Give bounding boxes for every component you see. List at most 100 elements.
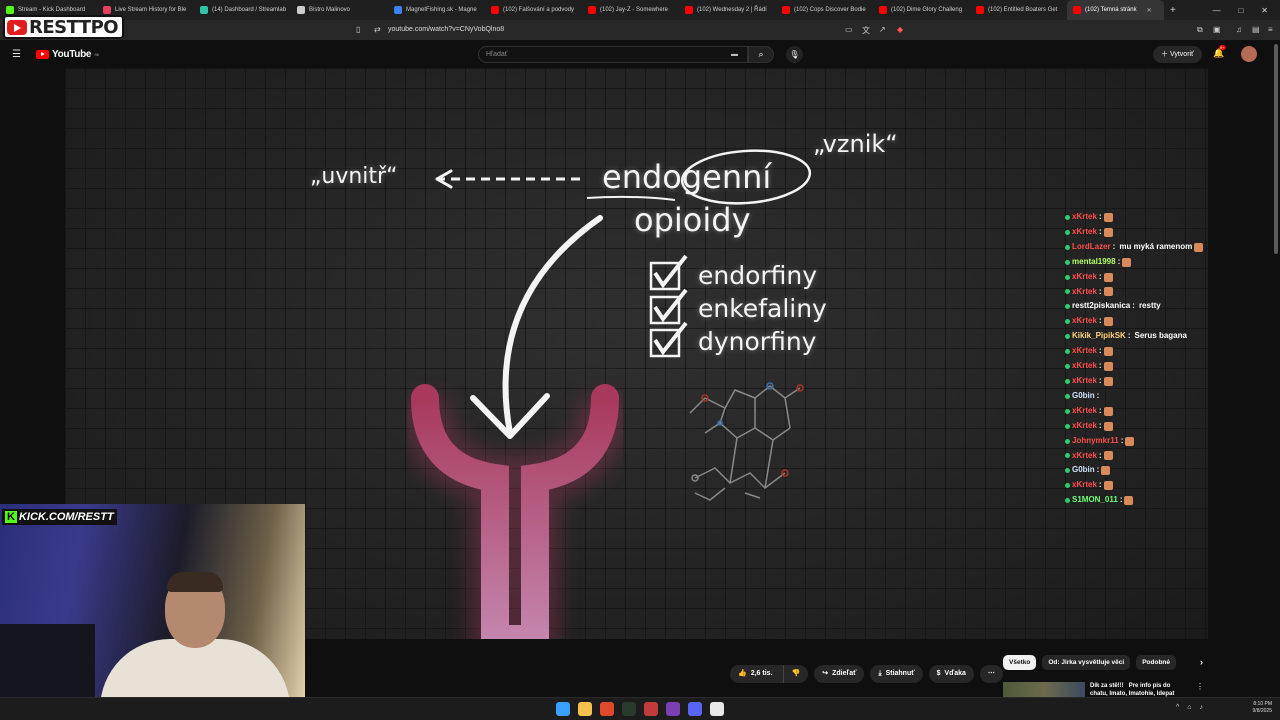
checklist-item: enkefaliny (698, 294, 827, 323)
user-badge-icon (1065, 423, 1070, 429)
obs-icon[interactable] (644, 702, 658, 716)
more-actions-button[interactable]: ⋯ (979, 665, 1003, 683)
notifications-button[interactable]: 🔔 9+ (1213, 45, 1226, 59)
browser-tab[interactable]: MagnetFishing.sk - Magne (388, 0, 485, 20)
chat-message: G0bin: (1065, 463, 1275, 478)
emote-icon (1194, 242, 1204, 252)
share-icon[interactable]: ↗ (879, 25, 886, 34)
minimize-icon[interactable]: — (1212, 6, 1220, 15)
url-field[interactable]: youtube.com/watch?v=CNyVobQlno8 (388, 26, 504, 33)
chip-from-channel[interactable]: Od: Jirka vysvětluje věci (1042, 655, 1131, 670)
emote-icon (1103, 421, 1113, 431)
create-button[interactable]: ＋ Vytvoriť (1153, 46, 1202, 63)
label-inside: „uvnitř“ (310, 164, 398, 189)
tab-label: Stream - Kick Dashboard (18, 7, 86, 13)
user-badge-icon (1065, 364, 1070, 370)
chip-related[interactable]: Podobné (1136, 655, 1177, 670)
system-clock[interactable]: 8:10 PM 9/8/2025 (1253, 701, 1272, 715)
chat-text: mu myká ramenom (1119, 241, 1193, 251)
webcam-overlay (0, 504, 305, 720)
wallet-icon[interactable]: ▤ (1252, 25, 1260, 34)
video-thumbnail[interactable] (1003, 682, 1085, 698)
address-bar: ▯ ⇄ youtube.com/watch?v=CNyVobQlno8 ▭ 文 … (0, 20, 1280, 40)
browser-tab[interactable]: Bistro Malinovo (291, 0, 388, 20)
browser-tab[interactable]: (102) Cops Discover Bodie (776, 0, 873, 20)
hamburger-menu-icon[interactable]: ☰ (12, 49, 21, 60)
brave-shield-icon[interactable]: ◆ (897, 25, 903, 34)
emote-icon (1103, 212, 1113, 222)
tab-label: (102) Entitled Boaters Get (988, 7, 1058, 13)
file-explorer-icon[interactable] (578, 702, 592, 716)
chat-separator: : (1098, 212, 1102, 221)
chat-username: xKrtek (1072, 480, 1097, 490)
browser-tab[interactable]: (102) Temná stránk ✕ (1067, 0, 1164, 20)
chat-message: LordLazer: mu myká ramenom (1065, 240, 1275, 255)
search-input[interactable]: Hľadať (478, 46, 748, 63)
close-tab-icon[interactable]: ✕ (1147, 7, 1152, 14)
thumbs-up-icon: 👍 (738, 670, 747, 677)
keyboard-icon[interactable]: ▬ (731, 51, 738, 58)
maximize-icon[interactable]: □ (1238, 6, 1243, 15)
sidebar-icon[interactable]: ▣ (1213, 25, 1221, 34)
share-button[interactable]: ↪ Zdieľať (814, 665, 865, 683)
youtube-logo[interactable]: YouTube SK (36, 49, 99, 60)
extensions-icon[interactable]: ⧉ (1197, 25, 1203, 35)
close-icon[interactable]: ✕ (1261, 6, 1268, 15)
cast-icon[interactable]: ▭ (845, 25, 853, 34)
browser-tab[interactable]: (102) Wednesday 2 | Řádí (679, 0, 776, 20)
menu-icon[interactable]: ≡ (1268, 25, 1273, 34)
tab-label: (102) Temná stránk (1085, 7, 1137, 13)
emote-icon (1103, 362, 1113, 372)
chat-username: G0bin (1072, 390, 1095, 400)
notepad-icon[interactable] (710, 702, 724, 716)
windows-start-icon[interactable] (556, 702, 570, 716)
chat-separator: : (1096, 390, 1100, 400)
chat-text: restty (1138, 301, 1161, 311)
stream-chat-overlay: xKrtek: xKrtek: LordLazer: mu myká ramenom m… (1065, 210, 1275, 508)
bookmark-icon[interactable]: ▯ (356, 25, 360, 34)
browser-tab[interactable]: (102) Jay-Z - Somewhere (582, 0, 679, 20)
browser-tab[interactable]: (14) Dashboard / Streamlab (194, 0, 291, 20)
browser-tab[interactable]: (102) Dime Glory Challeng (873, 0, 970, 20)
chip-all[interactable]: Všetko (1003, 655, 1037, 670)
translate-icon[interactable]: 文 (862, 25, 870, 36)
discord-icon[interactable] (688, 702, 702, 716)
thanks-button[interactable]: $ Vďaka (928, 665, 974, 683)
kick-channel-label: K KICK.COM/RESTT (2, 509, 117, 525)
thumbs-down-icon[interactable]: 👎 (782, 665, 800, 683)
emote-icon (1101, 466, 1111, 476)
browser-tab[interactable]: (102) Entitled Boaters Get (970, 0, 1067, 20)
network-icon[interactable]: ⌂ (1187, 704, 1191, 711)
voice-search-button[interactable]: 🎙 (786, 46, 803, 63)
browser-tab-bar: Stream - Kick Dashboard Live Stream Histo… (0, 0, 1280, 20)
streamlabs-icon[interactable] (666, 702, 680, 716)
volume-icon[interactable]: ♪ (1200, 704, 1204, 711)
terminal-icon[interactable] (622, 702, 636, 716)
chat-message: restt2piskanica: restty (1065, 299, 1275, 314)
emote-icon (1103, 481, 1113, 491)
chat-message: G0bin: (1065, 389, 1275, 404)
chat-message: xKrtek: (1065, 478, 1275, 493)
new-tab-button[interactable]: + (1164, 0, 1182, 20)
more-options-icon[interactable]: ⋮ (1196, 682, 1204, 691)
like-button[interactable]: 👍 2,6 tis. 👎 (730, 665, 809, 683)
search-button[interactable]: ⌕ (748, 46, 774, 63)
video-title[interactable]: Dík za stě!!! Pre info pis do chatu, Ima… (1090, 682, 1190, 698)
avatar[interactable] (1241, 46, 1257, 62)
chat-username: Kikik_PipikSK (1072, 331, 1126, 341)
media-icon[interactable]: ♫ (1236, 25, 1242, 34)
download-button[interactable]: ⤓ Stiahnuť (870, 665, 923, 683)
browser-tab[interactable]: (102) Falšování a podvody (485, 0, 582, 20)
streamer-hair (167, 572, 223, 592)
chat-message: xKrtek: (1065, 374, 1275, 389)
chat-separator: : (1098, 375, 1102, 385)
chat-message: mental1998: (1065, 255, 1275, 270)
tab-label: (102) Jay-Z - Somewhere (600, 7, 669, 13)
site-info-icon[interactable]: ⇄ (374, 25, 381, 34)
brave-browser-icon[interactable] (600, 702, 614, 716)
chevron-right-icon[interactable]: › (1200, 655, 1203, 670)
chevron-up-icon[interactable]: ^ (1176, 704, 1179, 711)
user-badge-icon (1065, 393, 1070, 399)
emote-icon (1103, 317, 1113, 327)
tab-label: (102) Dime Glory Challeng (891, 7, 963, 13)
